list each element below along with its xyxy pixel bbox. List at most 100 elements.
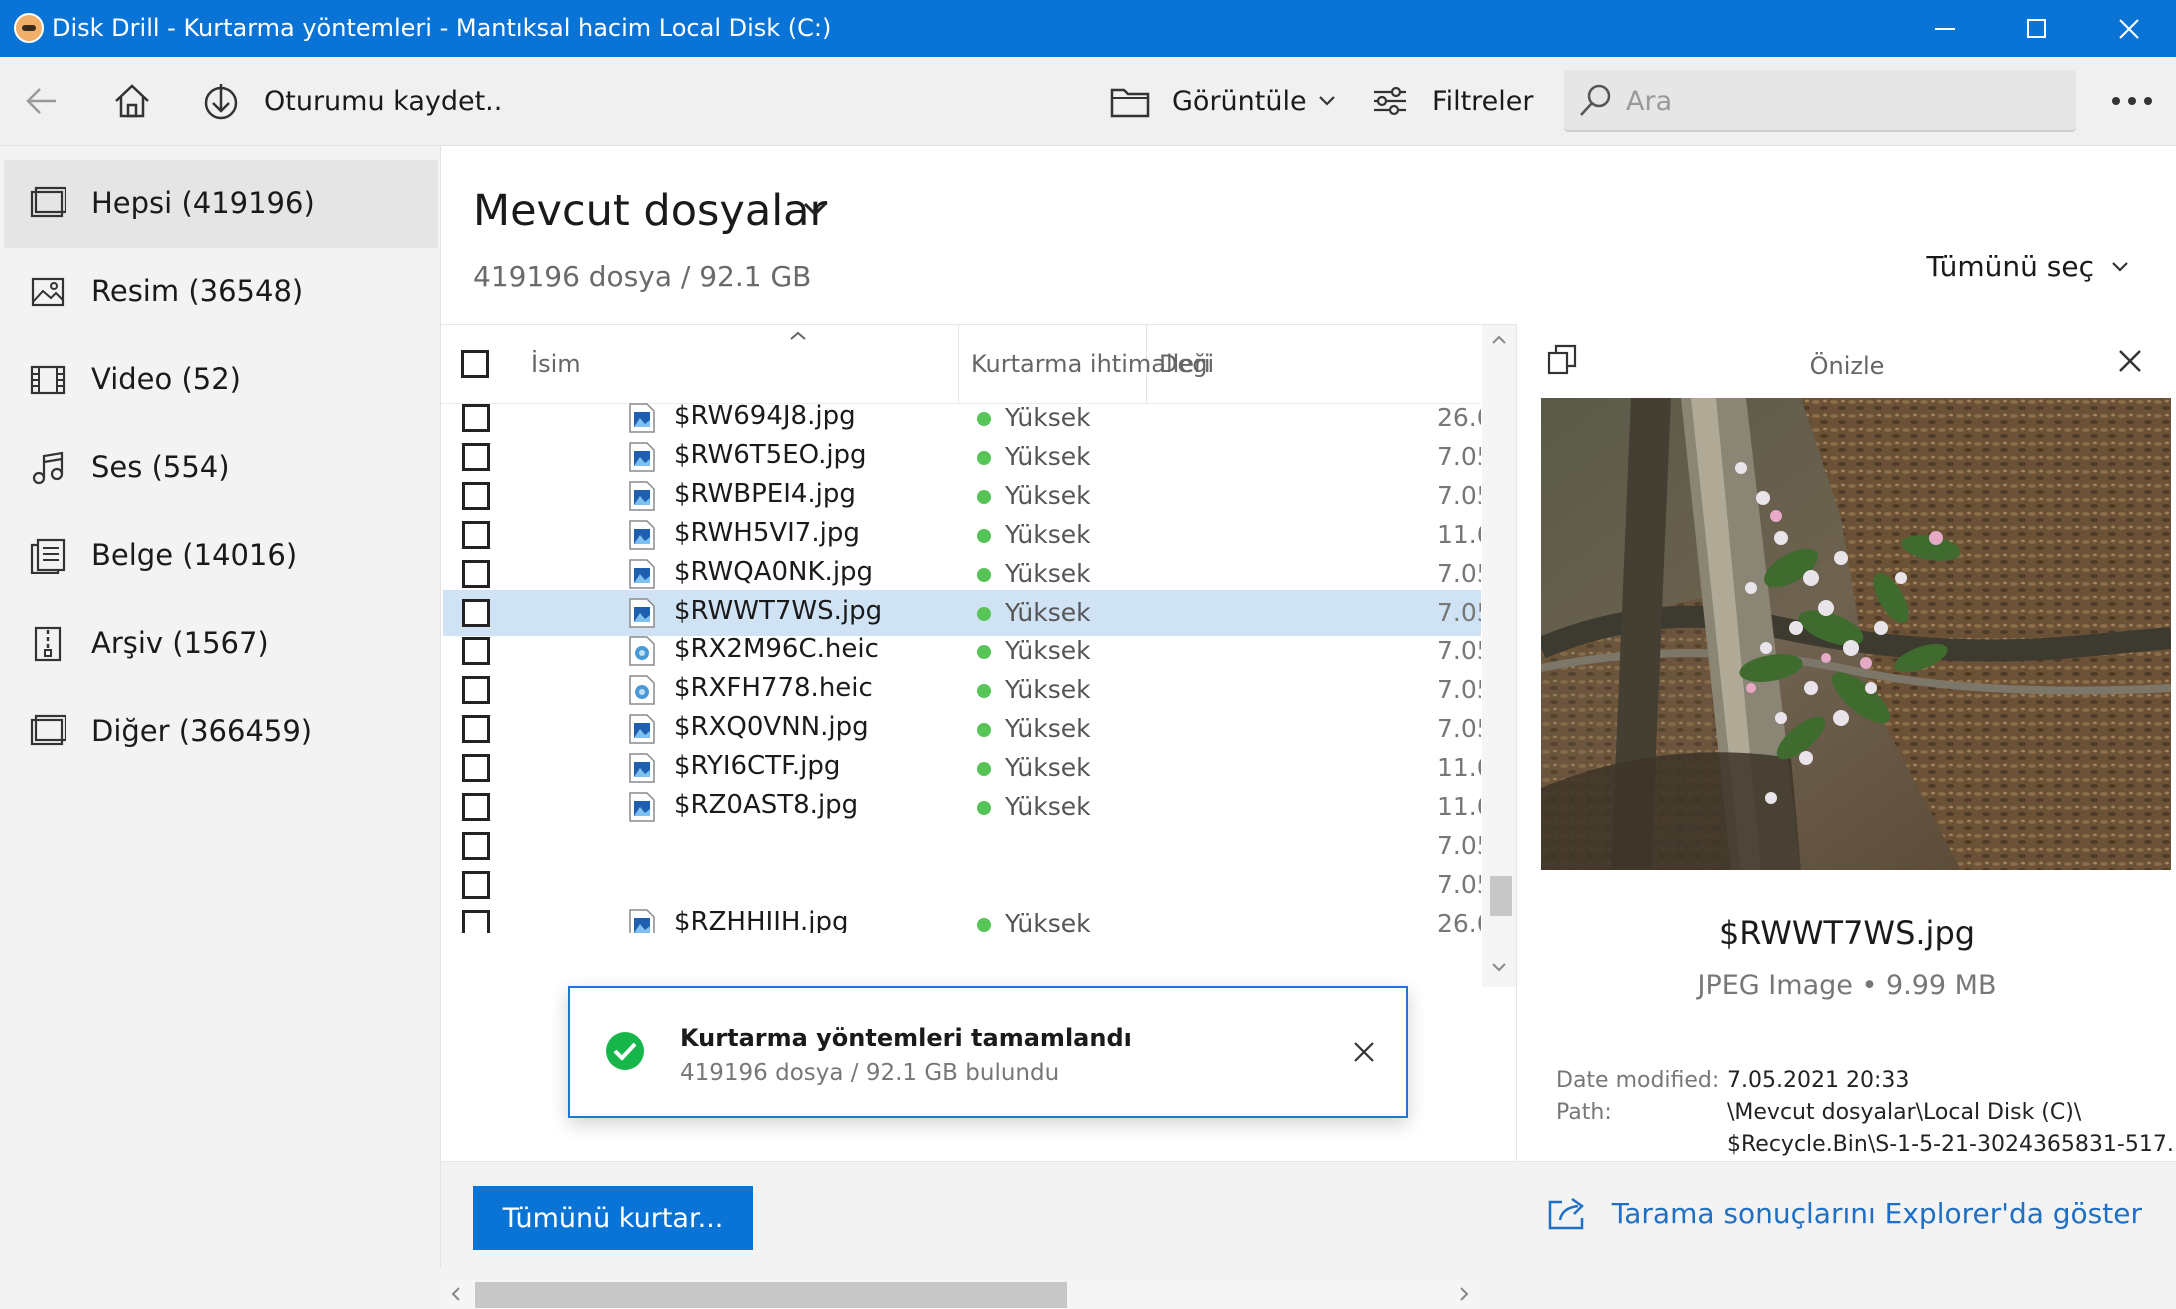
recovery-chance: Yüksek [1005, 441, 1091, 471]
row-checkbox[interactable] [462, 442, 490, 471]
sidebar-item-archives[interactable]: Arşiv (1567) [4, 600, 438, 688]
jpg-file-icon [629, 597, 655, 628]
heic-file-icon [629, 636, 655, 667]
minimize-button[interactable] [1898, 0, 1990, 57]
minimize-icon [1935, 28, 1955, 30]
row-checkbox[interactable] [462, 481, 490, 510]
sidebar-item-label: Belge (14016) [91, 538, 298, 572]
status-dot [977, 723, 991, 738]
page-title[interactable]: Mevcut dosyalar [473, 186, 827, 236]
file-name: $RX2M96C.heic [674, 634, 879, 665]
vertical-scrollbar-thumb[interactable] [1490, 876, 1512, 916]
scroll-down-icon[interactable] [1489, 960, 1509, 974]
status-dot [977, 450, 991, 465]
back-button[interactable] [24, 57, 60, 145]
more-dots-icon [2112, 97, 2152, 105]
row-checkbox[interactable] [462, 676, 490, 705]
recover-all-button[interactable]: Tümünü kurtar... [473, 1186, 753, 1250]
recovery-chance: Yüksek [1005, 519, 1091, 549]
open-external-icon [1548, 1197, 1584, 1230]
status-dot [977, 762, 991, 777]
horizontal-scrollbar-thumb[interactable] [475, 1282, 1067, 1308]
status-dot [977, 801, 991, 815]
more-options-button[interactable] [2110, 57, 2154, 145]
file-name: $RYI6CTF.jpg [674, 751, 841, 782]
row-checkbox[interactable] [462, 831, 490, 860]
horizontal-scrollbar[interactable] [441, 1279, 1481, 1309]
title-bar: Disk Drill - Kurtarma yöntemleri - Mantı… [0, 0, 2176, 57]
all-files-icon [30, 186, 66, 218]
status-dot [977, 684, 991, 699]
close-toast-icon[interactable] [1352, 1040, 1376, 1064]
show-in-explorer-link[interactable]: Tarama sonuçlarını Explorer'da göster [1548, 1196, 2142, 1230]
save-session-button[interactable]: Oturumu kaydet.. [202, 57, 502, 145]
search-box[interactable] [1564, 70, 2076, 132]
row-checkbox[interactable] [462, 520, 490, 549]
jpg-file-icon [629, 442, 655, 472]
row-checkbox[interactable] [462, 793, 490, 821]
maximize-button[interactable] [1990, 0, 2082, 57]
scroll-left-icon[interactable] [449, 1284, 463, 1304]
row-checkbox[interactable] [462, 637, 490, 666]
path-label: Path: [1556, 1100, 1612, 1125]
row-checkbox[interactable] [462, 598, 490, 627]
sidebar-item-audio[interactable]: Ses (554) [4, 424, 438, 512]
close-window-button[interactable] [2082, 0, 2174, 57]
date-modified: 7.05 [1437, 597, 1481, 627]
select-all-dropdown[interactable]: Tümünü seç [1926, 250, 2130, 283]
file-name: $RWH5VI7.jpg [674, 517, 860, 548]
search-input[interactable] [1624, 80, 2058, 122]
jpg-file-icon [629, 908, 655, 933]
scroll-right-icon[interactable] [1457, 1284, 1471, 1304]
recovery-chance: Yüksek [1005, 403, 1091, 432]
close-preview-icon[interactable] [2117, 348, 2143, 374]
folder-icon [1110, 88, 1150, 118]
jpg-file-icon [629, 558, 655, 589]
row-checkbox[interactable] [462, 404, 490, 432]
save-session-label: Oturumu kaydet.. [264, 85, 503, 117]
jpg-file-icon [629, 714, 655, 744]
filters-label: Filtreler [1432, 85, 1534, 117]
sidebar-item-label: Hepsi (419196) [91, 186, 315, 220]
row-checkbox[interactable] [462, 909, 490, 933]
bottom-bar: Tümünü kurtar... Tarama sonuçlarını Expl… [441, 1161, 2176, 1269]
preview-title: Önizle [1809, 352, 1885, 380]
sidebar-item-documents[interactable]: Belge (14016) [4, 512, 438, 600]
sidebar-item-images[interactable]: Resim (36548) [4, 248, 438, 336]
files-summary: 419196 dosya / 92.1 GB [473, 260, 812, 293]
recovery-chance: Yüksek [1005, 753, 1091, 783]
view-dropdown[interactable]: Görüntüle [1110, 57, 1337, 145]
document-icon [30, 538, 66, 574]
recovery-chance: Yüksek [1005, 480, 1091, 510]
row-checkbox[interactable] [462, 754, 490, 783]
row-checkbox[interactable] [462, 870, 490, 899]
recovery-chance: Yüksek [1005, 792, 1091, 821]
row-checkbox[interactable] [462, 559, 490, 588]
date-modified: 7.05 [1437, 830, 1481, 860]
recovery-chance: Yüksek [1005, 675, 1091, 705]
sidebar-item-other[interactable]: Diğer (366459) [4, 688, 438, 776]
row-checkbox[interactable] [462, 715, 490, 744]
select-all-label: Tümünü seç [1926, 250, 2094, 283]
filters-button[interactable]: Filtreler [1372, 57, 1534, 145]
sidebar-item-label: Ses (554) [91, 450, 230, 484]
date-modified: 11.0 [1437, 519, 1481, 549]
date-modified: 11.0 [1437, 753, 1481, 783]
path-value-line-1: \Mevcut dosyalar\Local Disk (C)\ [1727, 1100, 2082, 1125]
file-table: İsim Kurtarma ihtimalleri Deği $RW694J8.… [441, 324, 1516, 987]
disk-drill-window: Disk Drill - Kurtarma yöntemleri - Mantı… [0, 0, 2176, 1309]
status-dot [977, 412, 991, 426]
date-modified: 7.05 [1437, 869, 1481, 899]
table-row[interactable]: $RZHHIIH.jpg Yüksek 26.0 [443, 901, 1481, 933]
status-dot [977, 489, 991, 504]
file-name: $RW6T5EO.jpg [674, 439, 867, 470]
sidebar-item-all[interactable]: Hepsi (419196) [4, 160, 438, 248]
scroll-up-icon[interactable] [1489, 333, 1509, 347]
search-icon [1580, 84, 1611, 116]
toast-title: Kurtarma yöntemleri tamamlandı [680, 1024, 1132, 1052]
file-name: $RXFH778.heic [674, 673, 873, 704]
sort-ascending-icon [790, 331, 806, 340]
sidebar-item-video[interactable]: Video (52) [4, 336, 438, 424]
home-button[interactable] [112, 57, 152, 145]
chevron-down-icon[interactable] [801, 200, 829, 220]
